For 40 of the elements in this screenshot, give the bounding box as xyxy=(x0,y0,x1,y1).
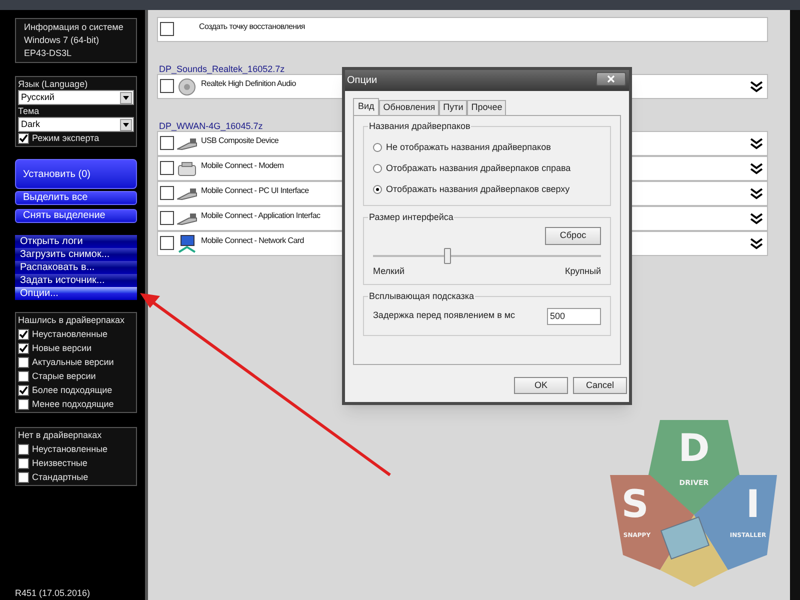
group-title: Названия драйверпаков xyxy=(368,121,472,132)
checkbox-label: Неустановленные xyxy=(32,328,108,341)
driver-name: Realtek High Definition Audio xyxy=(201,78,296,89)
checkbox-label: Стандартные xyxy=(32,471,88,484)
driver-name: Mobile Connect - Network Card xyxy=(201,235,304,246)
checkbox-label: Новые версии xyxy=(32,342,92,355)
logo-text: I xyxy=(746,482,760,526)
driver-name: Mobile Connect - Application Interfac xyxy=(201,210,320,221)
theme-label: Тема xyxy=(18,105,40,117)
version-text: R451 (17.05.2016) xyxy=(15,588,90,599)
driver-name: USB Composite Device xyxy=(201,135,279,146)
driver-name: Mobile Connect - Modem xyxy=(201,160,284,171)
filter-group-title: Нет в драйверпаках xyxy=(18,429,103,442)
logo-text: S xyxy=(621,482,649,526)
slider-min-label: Мелкий xyxy=(373,266,405,277)
dialog-title: Опции xyxy=(347,74,378,88)
driver-name: Mobile Connect - PC UI Interface xyxy=(201,185,309,196)
field-label: Задержка перед появлением в мс xyxy=(373,309,516,322)
system-info-text: Информация о системе xyxy=(24,22,124,33)
filter-group-title: Нашлись в драйверпаках xyxy=(18,314,126,327)
radio-label: Отображать названия драйверпаков сверху xyxy=(386,184,570,195)
checkbox-label: Старые версии xyxy=(32,370,96,383)
language-label: Язык (Language) xyxy=(18,78,89,90)
driver-name: Создать точку восстановления xyxy=(199,21,305,32)
system-info-text: Windows 7 (64-bit) xyxy=(24,35,100,46)
checkbox-label: Менее подходящие xyxy=(32,398,114,411)
checkbox-label: Актуальные версии xyxy=(32,356,114,369)
checkbox-label: Режим эксперта xyxy=(32,132,100,145)
checkbox-label: Более подходящие xyxy=(32,384,112,397)
logo-text: D xyxy=(678,426,710,470)
checkbox-label: Неустановленные xyxy=(32,443,108,456)
group-title: Размер интерфейса xyxy=(368,212,454,223)
radio-label: Не отображать названия драйверпаков xyxy=(386,142,551,153)
group-title: Всплывающая подсказка xyxy=(368,291,476,302)
checkbox-label: Неизвестные xyxy=(32,457,88,470)
system-info-text: EP43-DS3L xyxy=(24,48,73,59)
radio-label: Отображать названия драйверпаков справа xyxy=(386,163,571,174)
driver-pack-name: DP_Sounds_Realtek_16052.7z xyxy=(159,65,285,74)
slider-max-label: Крупный xyxy=(565,266,601,277)
driver-pack-name: DP_WWAN-4G_16045.7z xyxy=(159,122,263,131)
